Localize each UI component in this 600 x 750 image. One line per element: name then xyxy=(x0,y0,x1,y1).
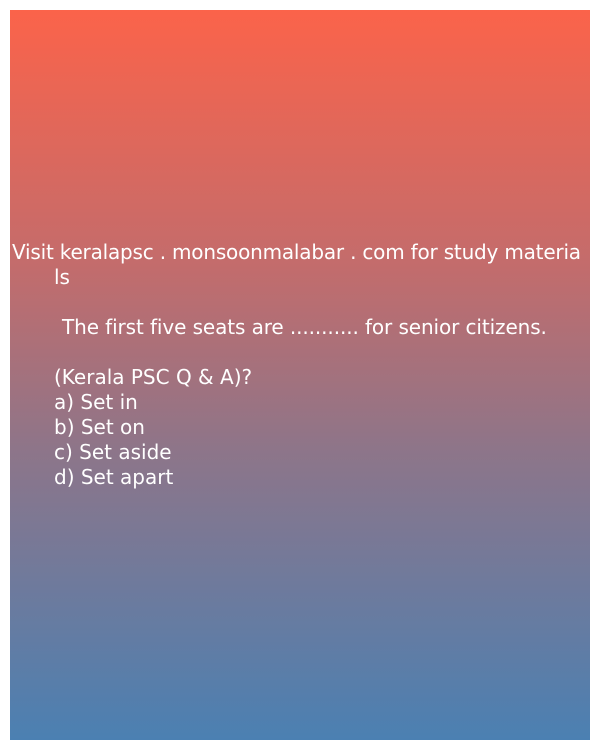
option-d: d) Set apart xyxy=(54,465,174,489)
promo-text-line-2: ls xyxy=(54,265,70,289)
option-b: b) Set on xyxy=(54,415,145,439)
option-a: a) Set in xyxy=(54,390,138,414)
option-c: c) Set aside xyxy=(54,440,172,464)
question-text: The first five seats are ........... for… xyxy=(62,315,547,339)
question-source: (Kerala PSC Q & A)? xyxy=(54,365,253,389)
question-card: Visit keralapsc . monsoonmalabar . com f… xyxy=(10,10,590,740)
promo-text-line-1: Visit keralapsc . monsoonmalabar . com f… xyxy=(12,240,581,264)
